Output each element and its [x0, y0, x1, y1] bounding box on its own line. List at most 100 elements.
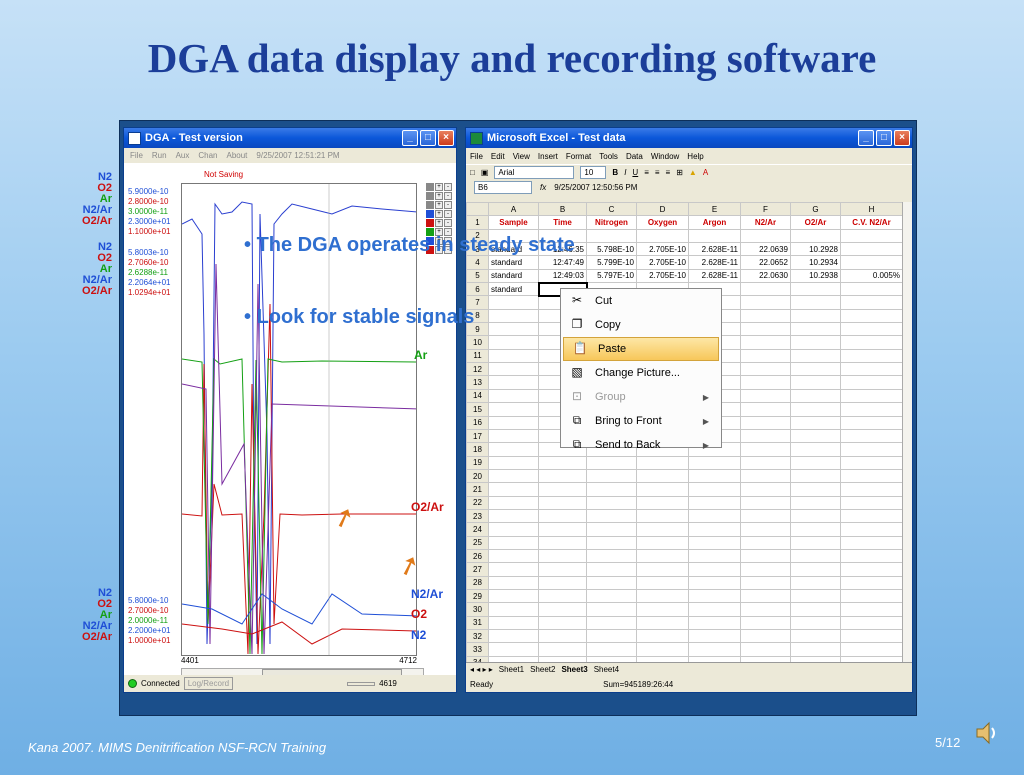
table-cell[interactable]: [636, 495, 689, 510]
table-cell[interactable]: [790, 615, 841, 631]
table-cell[interactable]: [740, 628, 791, 644]
table-cell[interactable]: [840, 388, 903, 404]
table-cell[interactable]: [538, 575, 587, 590]
menu-file[interactable]: File: [470, 152, 483, 161]
header-cell[interactable]: Sample: [488, 215, 539, 230]
table-cell[interactable]: [740, 602, 791, 617]
table-cell[interactable]: [740, 508, 791, 524]
table-cell[interactable]: [790, 495, 841, 510]
table-cell[interactable]: [488, 508, 539, 524]
row-number[interactable]: 23: [466, 508, 489, 524]
speaker-icon[interactable]: [974, 720, 1000, 751]
table-cell[interactable]: [790, 508, 841, 524]
menu-tools[interactable]: Tools: [599, 152, 618, 161]
table-cell[interactable]: [740, 615, 791, 631]
menu-item-cut[interactable]: ✂ Cut: [561, 289, 721, 313]
table-cell[interactable]: [488, 402, 539, 417]
column-header[interactable]: E: [688, 201, 741, 217]
table-cell[interactable]: [688, 228, 741, 244]
row-number[interactable]: 6: [466, 282, 489, 297]
zoom-out-button[interactable]: -: [444, 183, 452, 191]
table-cell[interactable]: [636, 562, 689, 577]
menu-help[interactable]: Help: [687, 152, 703, 161]
minimize-icon[interactable]: _: [858, 130, 874, 146]
table-cell[interactable]: [790, 228, 841, 244]
zoom-in-button[interactable]: +: [435, 183, 443, 191]
new-file-icon[interactable]: □: [470, 168, 475, 177]
table-cell[interactable]: [488, 335, 539, 350]
sheet-tab[interactable]: Sheet4: [594, 665, 619, 674]
table-cell[interactable]: [636, 508, 689, 524]
table-cell[interactable]: [488, 548, 539, 564]
table-cell[interactable]: [740, 442, 791, 457]
header-cell[interactable]: C.V. N2/Ar: [840, 215, 903, 230]
table-cell[interactable]: 10.2934: [790, 255, 841, 270]
font-select[interactable]: Arial: [494, 166, 575, 179]
row-number[interactable]: 5: [466, 268, 489, 284]
table-cell[interactable]: [790, 642, 841, 657]
table-cell[interactable]: 2.705E-10: [636, 268, 689, 284]
column-header[interactable]: B: [538, 201, 587, 217]
table-cell[interactable]: [790, 282, 841, 297]
table-cell[interactable]: [488, 388, 539, 404]
sheet-tab-active[interactable]: Sheet3: [561, 665, 587, 674]
table-cell[interactable]: [688, 562, 741, 577]
table-cell[interactable]: [538, 535, 587, 550]
table-cell[interactable]: [538, 482, 587, 497]
vertical-scrollbar[interactable]: [902, 202, 912, 662]
table-cell[interactable]: [488, 628, 539, 644]
table-cell[interactable]: [740, 375, 791, 390]
table-cell[interactable]: [488, 615, 539, 631]
table-cell[interactable]: [840, 508, 903, 524]
table-cell[interactable]: [840, 428, 903, 444]
fill-color-icon[interactable]: ▲: [689, 168, 697, 177]
header-cell[interactable]: Oxygen: [636, 215, 689, 230]
sheet-tab[interactable]: Sheet1: [499, 665, 524, 674]
row-number[interactable]: 29: [466, 588, 489, 604]
table-cell[interactable]: [840, 415, 903, 430]
table-cell[interactable]: [586, 495, 637, 510]
table-cell[interactable]: [488, 482, 539, 497]
table-cell[interactable]: [636, 482, 689, 497]
table-cell[interactable]: [488, 375, 539, 390]
table-cell[interactable]: [688, 548, 741, 564]
table-cell[interactable]: 2.628E-11: [688, 255, 741, 270]
table-cell[interactable]: [840, 322, 903, 337]
table-cell[interactable]: [840, 242, 903, 257]
table-cell[interactable]: [740, 388, 791, 404]
row-number[interactable]: 13: [466, 375, 489, 390]
table-cell[interactable]: [790, 602, 841, 617]
table-cell[interactable]: [586, 508, 637, 524]
row-number[interactable]: 12: [466, 362, 489, 377]
table-cell[interactable]: [488, 428, 539, 444]
table-cell[interactable]: [538, 522, 587, 537]
close-icon[interactable]: ×: [438, 130, 454, 146]
table-cell[interactable]: [790, 575, 841, 590]
table-cell[interactable]: [840, 375, 903, 390]
maximize-icon[interactable]: □: [876, 130, 892, 146]
table-cell[interactable]: [488, 322, 539, 337]
table-cell[interactable]: [740, 575, 791, 590]
table-cell[interactable]: [840, 362, 903, 377]
table-cell[interactable]: [740, 482, 791, 497]
align-left-icon[interactable]: ≡: [644, 168, 649, 177]
table-cell[interactable]: [586, 602, 637, 617]
row-number[interactable]: 16: [466, 415, 489, 430]
row-number[interactable]: 30: [466, 602, 489, 617]
table-cell[interactable]: [586, 468, 637, 484]
table-cell[interactable]: [688, 495, 741, 510]
table-cell[interactable]: [636, 588, 689, 604]
table-cell[interactable]: [840, 482, 903, 497]
table-cell[interactable]: [636, 455, 689, 470]
row-number[interactable]: 33: [466, 642, 489, 657]
row-number[interactable]: 31: [466, 615, 489, 631]
table-cell[interactable]: [740, 548, 791, 564]
table-cell[interactable]: [840, 495, 903, 510]
table-cell[interactable]: 22.0652: [740, 255, 791, 270]
table-cell[interactable]: [688, 455, 741, 470]
table-cell[interactable]: [790, 308, 841, 324]
row-number[interactable]: 21: [466, 482, 489, 497]
table-cell[interactable]: [538, 455, 587, 470]
table-cell[interactable]: [586, 628, 637, 644]
zoom-in-button[interactable]: +: [435, 192, 443, 200]
